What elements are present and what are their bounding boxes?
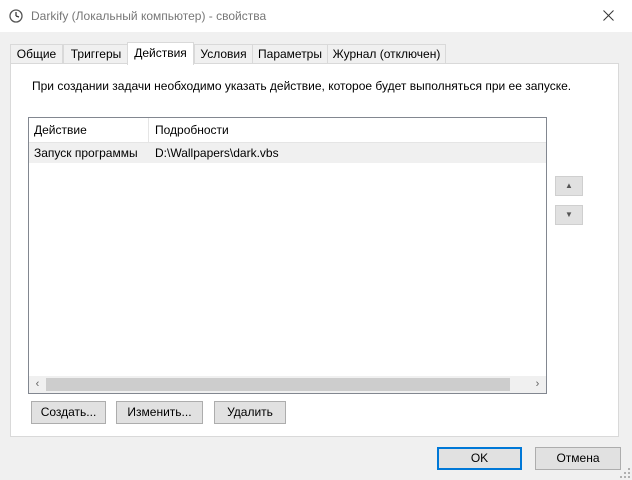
table-row[interactable]: Запуск программы D:\Wallpapers\dark.vbs [29, 143, 546, 163]
tab-conditions[interactable]: Условия [194, 44, 253, 63]
close-button[interactable] [586, 0, 632, 32]
tab-triggers[interactable]: Триггеры [63, 44, 129, 63]
tab-history[interactable]: Журнал (отключен) [327, 44, 446, 63]
scroll-left-icon[interactable]: ‹ [29, 376, 46, 393]
column-divider[interactable] [148, 118, 149, 142]
tab-settings[interactable]: Параметры [252, 44, 328, 63]
close-icon [603, 10, 614, 21]
list-header: Действие Подробности [29, 118, 546, 143]
edit-button[interactable]: Изменить... [116, 401, 203, 424]
delete-button[interactable]: Удалить [214, 401, 286, 424]
actions-description: При создании задачи необходимо указать д… [32, 79, 572, 93]
row-details: D:\Wallpapers\dark.vbs [155, 146, 279, 160]
actions-list[interactable]: Действие Подробности Запуск программы D:… [28, 117, 547, 394]
move-down-button[interactable]: ▼ [555, 205, 583, 225]
tab-actions[interactable]: Действия [127, 42, 194, 65]
window-title: Darkify (Локальный компьютер) - свойства [31, 9, 267, 23]
scrollbar-thumb[interactable] [46, 378, 510, 391]
create-button[interactable]: Создать... [31, 401, 106, 424]
row-action: Запуск программы [34, 146, 138, 160]
title-bar: Darkify (Локальный компьютер) - свойства [0, 0, 632, 32]
task-scheduler-clock-icon [9, 9, 23, 23]
triangle-up-icon: ▲ [565, 181, 573, 190]
cancel-button[interactable]: Отмена [535, 447, 621, 470]
ok-button[interactable]: OK [437, 447, 522, 470]
column-header-details[interactable]: Подробности [155, 123, 229, 137]
tab-general[interactable]: Общие [10, 44, 63, 63]
move-up-button[interactable]: ▲ [555, 176, 583, 196]
scroll-right-icon[interactable]: › [529, 376, 546, 393]
actions-panel: При создании задачи необходимо указать д… [10, 63, 619, 437]
column-header-action[interactable]: Действие [34, 123, 87, 137]
resize-grip-icon[interactable] [620, 468, 630, 478]
horizontal-scrollbar[interactable]: ‹ › [29, 376, 546, 393]
triangle-down-icon: ▼ [565, 210, 573, 219]
